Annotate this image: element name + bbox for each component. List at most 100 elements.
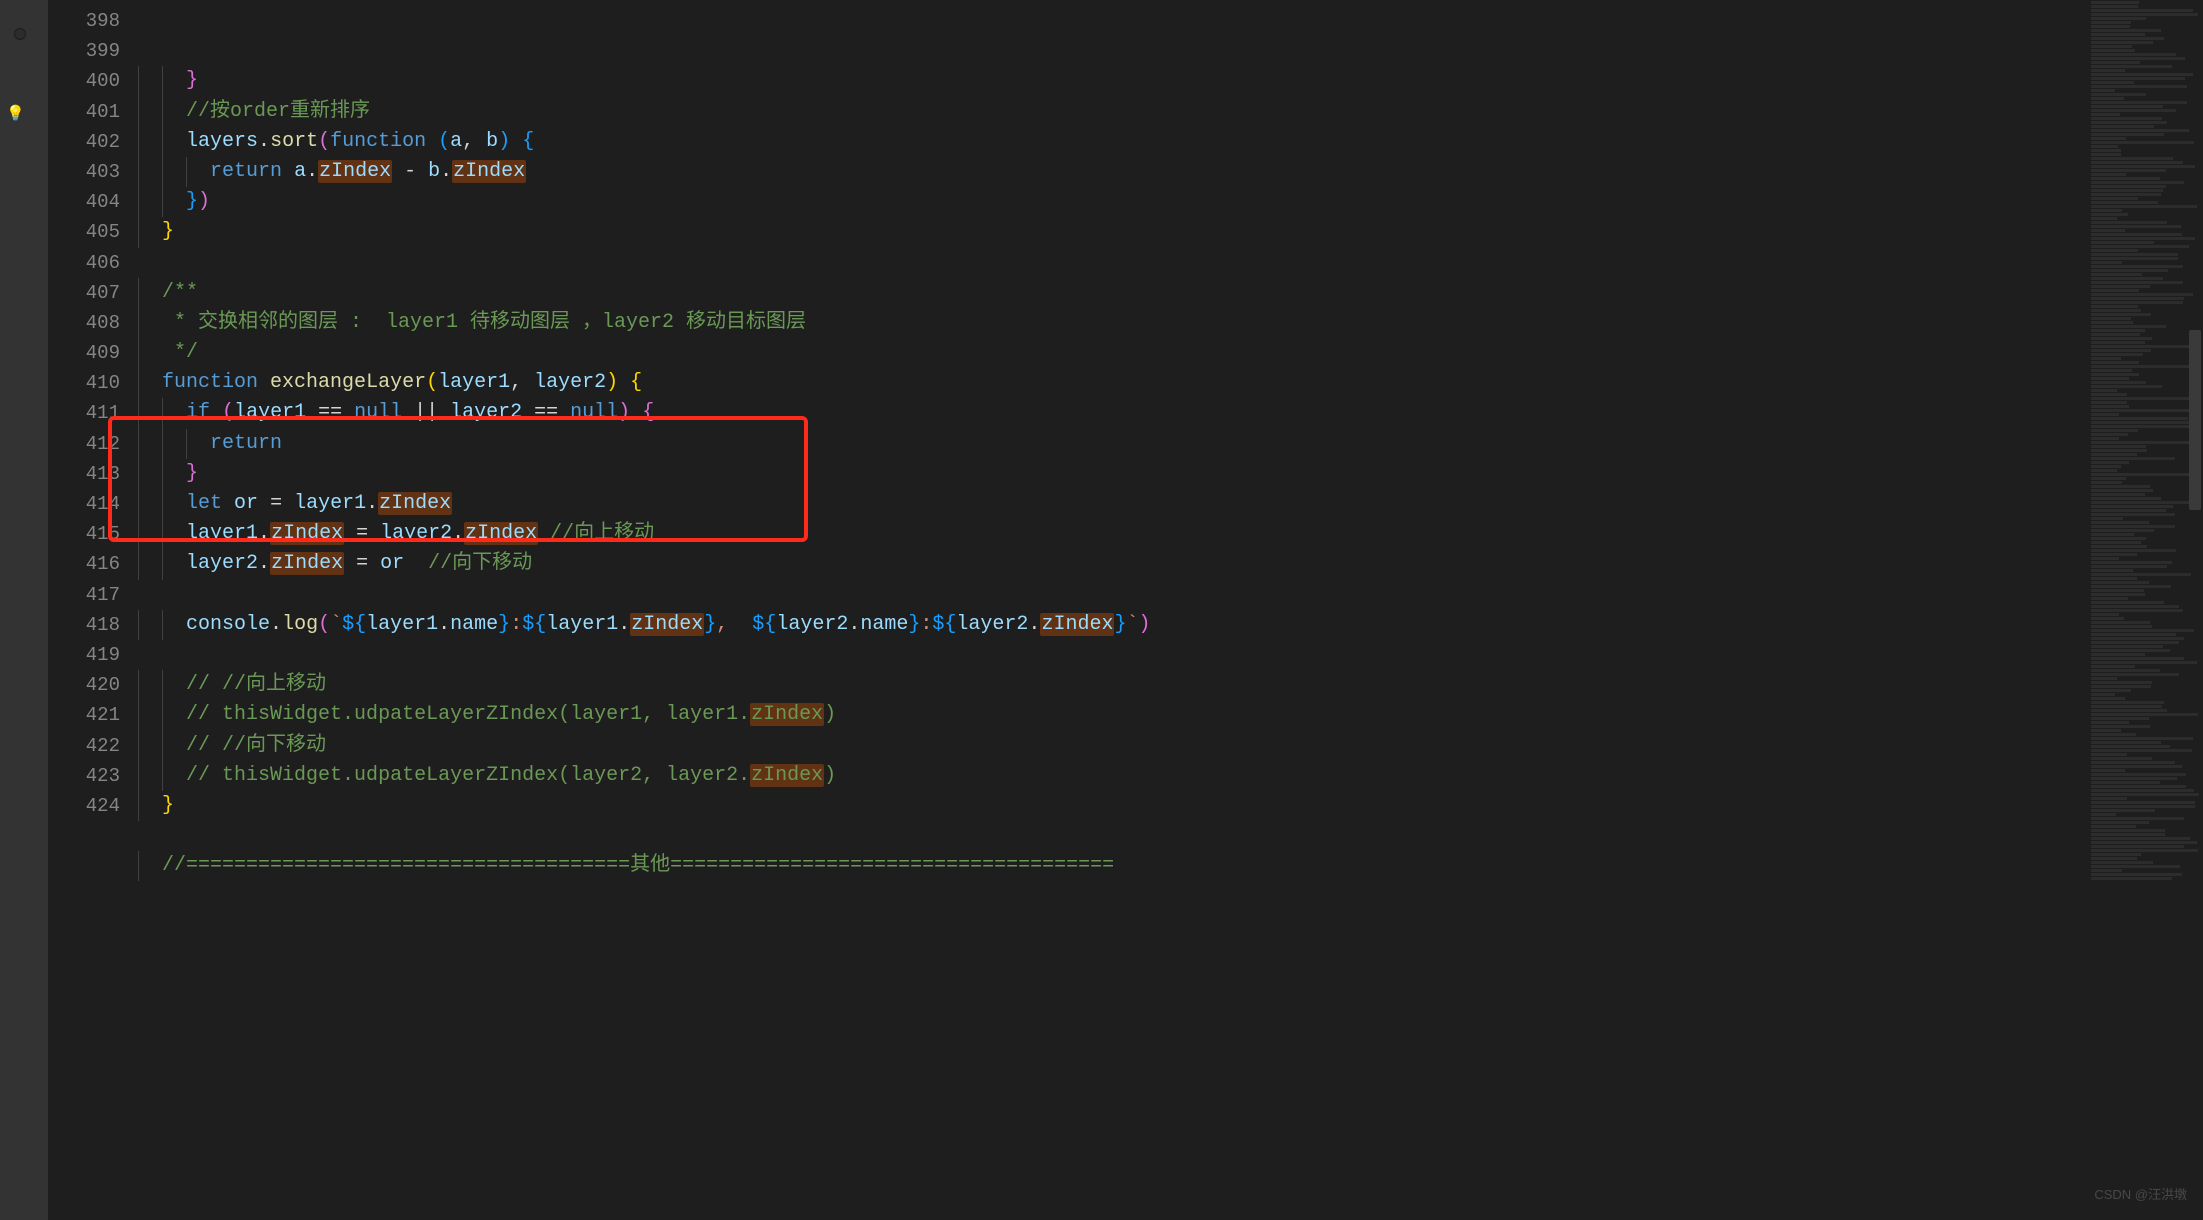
code-line[interactable]: * 交换相邻的图层 : layer1 待移动图层 ，layer2 移动目标图层: [138, 308, 2203, 338]
indent-guide: [138, 187, 139, 217]
code-token: }: [162, 220, 174, 243]
code-token: zIndex: [630, 613, 704, 636]
code-line[interactable]: let or = layer1.zIndex: [138, 489, 2203, 519]
minimap-line: [2091, 481, 2122, 484]
minimap[interactable]: [2083, 0, 2203, 1220]
code-line[interactable]: // //向下移动: [138, 731, 2203, 761]
code-token: .: [440, 160, 452, 183]
indent-guide: [162, 761, 163, 791]
code-token: [404, 552, 428, 575]
code-line[interactable]: //按order重新排序: [138, 97, 2203, 127]
minimap-line: [2091, 673, 2179, 676]
minimap-line: [2091, 1, 2139, 4]
minimap-line: [2091, 273, 2142, 276]
code-token: layer2: [956, 613, 1028, 636]
minimap-line: [2091, 825, 2136, 828]
minimap-line: [2091, 869, 2122, 872]
code-line[interactable]: return a.zIndex - b.zIndex: [138, 157, 2203, 187]
minimap-line: [2091, 573, 2191, 576]
minimap-line: [2091, 85, 2187, 88]
code-line[interactable]: //=====================================其…: [138, 851, 2203, 881]
scrollbar-thumb[interactable]: [2189, 330, 2201, 510]
code-token: {: [630, 401, 654, 424]
minimap-line: [2091, 185, 2166, 188]
minimap-line: [2091, 217, 2117, 220]
line-number-gutter[interactable]: 3983994004014024034044054064074084094104…: [48, 0, 138, 1220]
code-token: return: [210, 432, 282, 455]
minimap-line: [2091, 553, 2137, 556]
minimap-line: [2091, 593, 2145, 596]
code-line[interactable]: // thisWidget.udpateLayerZIndex(layer2, …: [138, 761, 2203, 791]
code-token: layers: [186, 130, 258, 153]
code-line[interactable]: }: [138, 459, 2203, 489]
indent-guide: [138, 157, 139, 187]
minimap-line: [2091, 101, 2187, 104]
code-line[interactable]: if (layer1 == null || layer2 == null) {: [138, 398, 2203, 428]
activity-bar[interactable]: [0, 0, 48, 1220]
minimap-line: [2091, 233, 2182, 236]
line-number: 399: [48, 36, 138, 66]
code-line[interactable]: return: [138, 429, 2203, 459]
code-line[interactable]: [138, 821, 2203, 851]
indent-guide: [138, 731, 139, 761]
code-token: }: [162, 794, 174, 817]
code-line[interactable]: */: [138, 338, 2203, 368]
minimap-line: [2091, 49, 2135, 52]
code-line[interactable]: console.log(`${layer1.name}:${layer1.zIn…: [138, 610, 2203, 640]
indent-guide: [138, 127, 139, 157]
code-line[interactable]: /**: [138, 278, 2203, 308]
code-line[interactable]: // //向上移动: [138, 670, 2203, 700]
line-number: 420: [48, 670, 138, 700]
code-token: zIndex: [1040, 613, 1114, 636]
minimap-line: [2091, 509, 2166, 512]
code-line[interactable]: }: [138, 217, 2203, 247]
code-line[interactable]: }): [138, 187, 2203, 217]
code-token: ,: [510, 371, 534, 394]
minimap-line: [2091, 397, 2193, 400]
code-token: [538, 522, 550, 545]
lightbulb-icon[interactable]: 💡: [6, 100, 22, 116]
minimap-line: [2091, 129, 2189, 132]
minimap-line: [2091, 621, 2150, 624]
code-line[interactable]: [138, 640, 2203, 670]
code-token: //=====================================其…: [162, 854, 1114, 877]
indent-guide: [138, 97, 139, 127]
line-number: 415: [48, 519, 138, 549]
minimap-line: [2091, 357, 2121, 360]
code-line[interactable]: layers.sort(function (a, b) {: [138, 127, 2203, 157]
code-line[interactable]: // thisWidget.udpateLayerZIndex(layer1, …: [138, 700, 2203, 730]
minimap-line: [2091, 645, 2163, 648]
minimap-line: [2091, 341, 2145, 344]
minimap-line: [2091, 361, 2139, 364]
code-token: (: [318, 613, 330, 636]
minimap-line: [2091, 681, 2152, 684]
code-line[interactable]: [138, 248, 2203, 278]
code-line[interactable]: layer2.zIndex = or //向下移动: [138, 549, 2203, 579]
code-token: .: [258, 522, 270, 545]
code-line[interactable]: [138, 580, 2203, 610]
code-token: // //向上移动: [186, 673, 326, 696]
code-token: let: [186, 492, 234, 515]
code-line[interactable]: layer1.zIndex = layer2.zIndex //向上移动: [138, 519, 2203, 549]
code-line[interactable]: }: [138, 791, 2203, 821]
minimap-line: [2091, 265, 2183, 268]
minimap-line: [2091, 165, 2195, 168]
code-token: /**: [162, 281, 198, 304]
line-number: 417: [48, 580, 138, 610]
code-token: (: [318, 130, 330, 153]
minimap-line: [2091, 313, 2151, 316]
minimap-line: [2091, 773, 2186, 776]
code-token: .: [258, 130, 270, 153]
code-line[interactable]: function exchangeLayer(layer1, layer2) {: [138, 368, 2203, 398]
minimap-line: [2091, 781, 2160, 784]
code-token: layer2: [534, 371, 606, 394]
minimap-line: [2091, 197, 2138, 200]
minimap-line: [2091, 837, 2190, 840]
indent-guide: [162, 519, 163, 549]
minimap-line: [2091, 733, 2136, 736]
code-token: ): [606, 371, 618, 394]
code-token: layer1: [366, 613, 438, 636]
minimap-line: [2091, 385, 2162, 388]
code-line[interactable]: }: [138, 66, 2203, 96]
editor-code-area[interactable]: 💡 } //按order重新排序 layers.sort(function (a…: [138, 0, 2203, 1220]
